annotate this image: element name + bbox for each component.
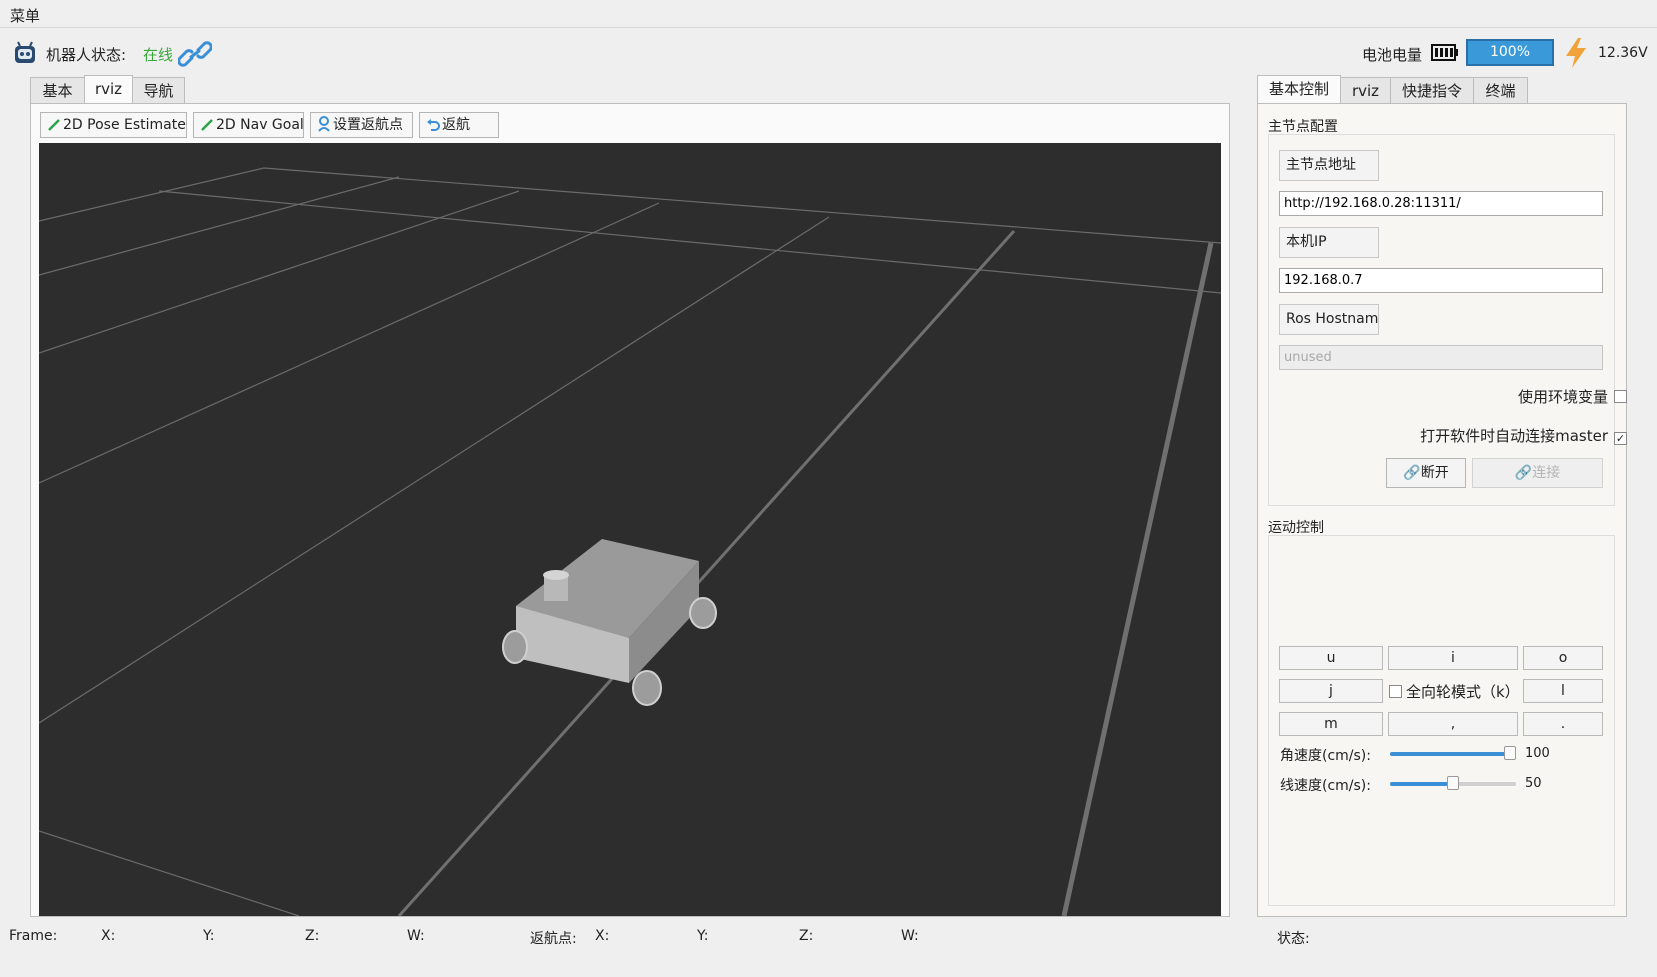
slider-handle[interactable]: [1447, 776, 1459, 790]
set-return-point-label: 设置返航点: [333, 117, 403, 133]
linear-speed-value: 50: [1525, 776, 1542, 791]
ros-hostname-label: Ros Hostname: [1279, 304, 1379, 335]
use-env-checkbox-row[interactable]: 使用环境变量: [1518, 386, 1627, 407]
angular-speed-value: 100: [1525, 746, 1550, 761]
key-j-button[interactable]: j: [1279, 679, 1383, 703]
omni-mode-checkbox-row[interactable]: 全向轮模式（k）: [1389, 681, 1520, 702]
master-address-label: 主节点地址: [1279, 150, 1379, 181]
tab-terminal[interactable]: 终端: [1473, 77, 1528, 104]
linear-speed-slider[interactable]: [1390, 776, 1516, 790]
pose-w-label: W:: [407, 928, 425, 944]
angular-speed-label: 角速度(cm/s):: [1280, 748, 1371, 764]
slider-fill: [1390, 782, 1453, 786]
auto-connect-checkbox-row[interactable]: 打开软件时自动连接master ✓: [1420, 425, 1627, 446]
slider-handle[interactable]: [1504, 746, 1516, 760]
key-u-button[interactable]: u: [1279, 646, 1383, 670]
key-comma-button[interactable]: ,: [1388, 712, 1518, 736]
connect-button: 🔗连接: [1472, 458, 1603, 488]
tab-rviz-right[interactable]: rviz: [1340, 77, 1391, 104]
tab-rviz[interactable]: rviz: [84, 75, 133, 104]
frame-label: Frame:: [9, 928, 58, 944]
tab-quick-commands[interactable]: 快捷指令: [1390, 77, 1474, 104]
local-ip-label: 本机IP: [1279, 227, 1379, 258]
auto-connect-checkbox[interactable]: ✓: [1614, 432, 1627, 445]
key-period-button[interactable]: .: [1523, 712, 1603, 736]
robot-icon: [12, 40, 38, 66]
menu-item[interactable]: 菜单: [10, 5, 40, 26]
pose-estimate-label: 2D Pose Estimate: [63, 117, 186, 133]
omni-mode-checkbox[interactable]: [1389, 685, 1402, 698]
disconnect-label: 断开: [1420, 465, 1449, 481]
disconnect-button[interactable]: 🔗断开: [1386, 458, 1466, 488]
location-pin-icon: [318, 116, 330, 132]
key-m-button[interactable]: m: [1279, 712, 1383, 736]
tab-basic[interactable]: 基本: [30, 77, 85, 104]
master-config-title: 主节点配置: [1268, 119, 1338, 135]
slider-fill: [1390, 752, 1510, 756]
motion-control-title: 运动控制: [1268, 520, 1324, 536]
robot-status-label: 机器人状态:: [46, 46, 127, 64]
battery-voltage: 12.36V: [1598, 45, 1648, 61]
menubar: 菜单: [0, 0, 1657, 28]
return-z-label: Z:: [799, 928, 814, 944]
nav-goal-label: 2D Nav Goal: [216, 117, 304, 133]
key-i-button[interactable]: i: [1388, 646, 1518, 670]
link-small-icon: 🔗: [1403, 465, 1421, 481]
pencil-green-icon: [201, 119, 213, 131]
return-button[interactable]: 返航: [419, 112, 499, 138]
ros-hostname-input: [1279, 345, 1603, 370]
tab-basic-control[interactable]: 基本控制: [1257, 75, 1341, 104]
return-w-label: W:: [901, 928, 919, 944]
return-arrow-icon: [427, 119, 440, 131]
battery-icon: [1431, 44, 1459, 61]
master-address-input[interactable]: [1279, 191, 1603, 216]
pose-estimate-button[interactable]: 2D Pose Estimate: [40, 112, 187, 138]
local-ip-input[interactable]: [1279, 268, 1603, 293]
pose-z-label: Z:: [305, 928, 320, 944]
battery-progress-bar: 100%: [1466, 39, 1554, 66]
omni-mode-label: 全向轮模式（k）: [1406, 683, 1520, 701]
link-small-icon: 🔗: [1514, 465, 1533, 481]
grid-scene: [39, 167, 1221, 916]
connect-label: 连接: [1532, 465, 1561, 481]
auto-connect-label: 打开软件时自动连接master: [1420, 427, 1608, 445]
rviz-3d-viewport[interactable]: [39, 143, 1221, 916]
key-l-button[interactable]: l: [1523, 679, 1603, 703]
linear-speed-label: 线速度(cm/s):: [1280, 778, 1371, 794]
return-point-label: 返航点:: [530, 931, 577, 947]
robot-status-value: 在线: [143, 46, 174, 64]
lightning-bolt-icon: [1563, 37, 1589, 69]
pencil-green-icon: [48, 119, 60, 131]
set-return-point-button[interactable]: 设置返航点: [310, 112, 413, 138]
tab-navigation[interactable]: 导航: [132, 77, 185, 104]
key-o-button[interactable]: o: [1523, 646, 1603, 670]
return-x-label: X:: [595, 928, 610, 944]
use-env-checkbox[interactable]: [1614, 390, 1627, 403]
pose-x-label: X:: [101, 928, 116, 944]
battery-label: 电池电量: [1362, 46, 1423, 64]
return-label: 返航: [442, 117, 470, 133]
angular-speed-slider[interactable]: [1390, 746, 1516, 760]
pose-y-label: Y:: [203, 928, 215, 944]
link-icon: [177, 38, 213, 70]
nav-goal-button[interactable]: 2D Nav Goal: [193, 112, 304, 138]
use-env-label: 使用环境变量: [1517, 388, 1608, 406]
status-label: 状态:: [1277, 931, 1310, 947]
return-y-label: Y:: [697, 928, 709, 944]
